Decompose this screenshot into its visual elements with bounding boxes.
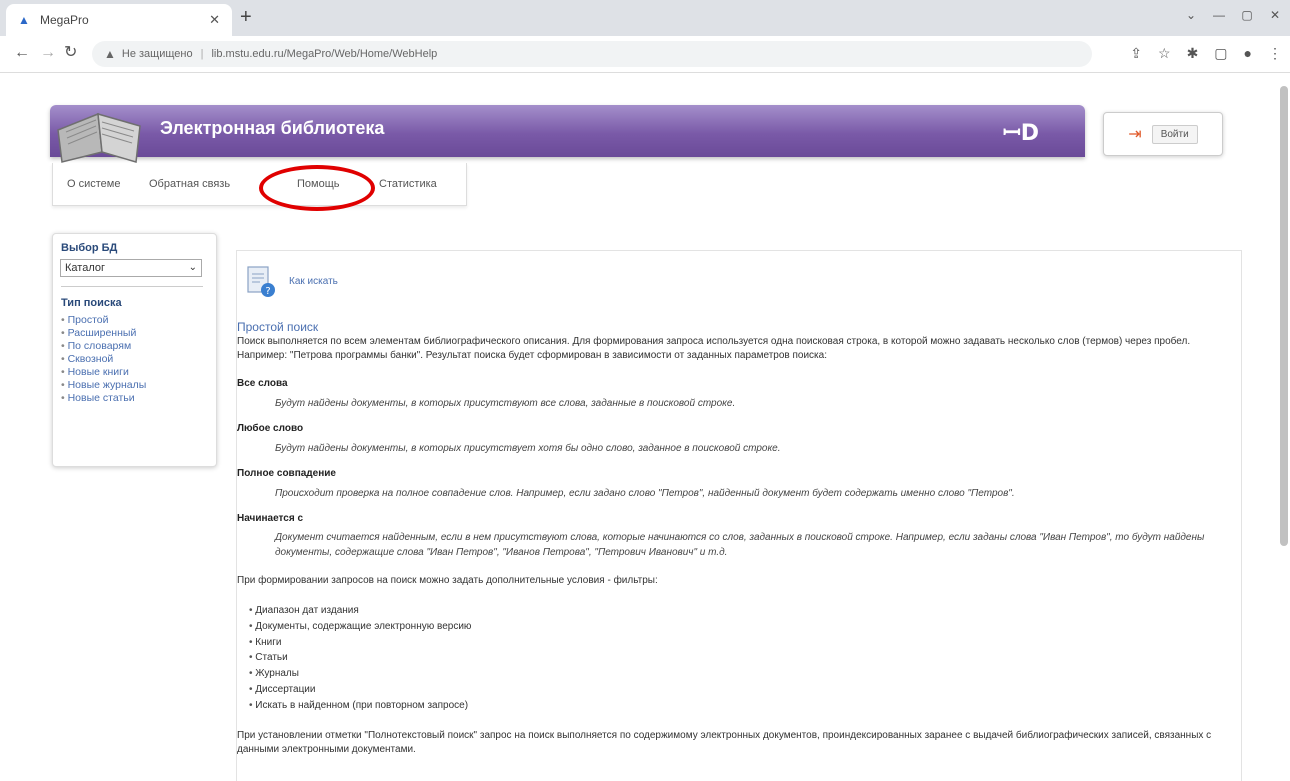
back-icon[interactable]: ←: [14, 45, 30, 61]
open-book-icon: [57, 112, 141, 163]
warning-icon: ▲: [104, 47, 116, 61]
share-icon[interactable]: ⇪: [1130, 45, 1142, 62]
list-item: Журналы: [249, 666, 471, 682]
brand-logo-icon: ꟷD: [1002, 121, 1039, 146]
term-title: Начинается с: [237, 513, 304, 524]
login-panel: ⇥ Войти: [1103, 112, 1223, 156]
sidebar-item-new-articles[interactable]: Новые статьи: [61, 392, 146, 405]
db-select[interactable]: Каталог ⌄: [60, 259, 202, 277]
nav-feedback[interactable]: Обратная связь: [149, 178, 230, 190]
term-description: Будут найдены документы, в которых прису…: [275, 398, 736, 409]
maximize-icon[interactable]: ▢: [1240, 8, 1254, 22]
list-item: Документы, содержащие электронную версию: [249, 619, 471, 635]
url-separator: |: [200, 48, 204, 60]
term-title: Полное совпадение: [237, 468, 336, 479]
intro-paragraph: Поиск выполняется по всем элементам библ…: [237, 336, 1191, 361]
page-scrollbar[interactable]: [1280, 86, 1288, 546]
nav-statistics[interactable]: Статистика: [379, 178, 437, 190]
menu-icon[interactable]: ⋮: [1268, 45, 1282, 62]
svg-text:?: ?: [265, 286, 270, 297]
sidebar-item-new-journals[interactable]: Новые журналы: [61, 379, 147, 392]
term-title: Все слова: [237, 378, 288, 389]
login-door-icon[interactable]: ⇥: [1128, 124, 1141, 144]
url-field[interactable]: ▲ Не защищено | lib.mstu.edu.ru/MegaPro/…: [92, 41, 1092, 67]
search-type-heading: Тип поиска: [61, 297, 122, 309]
list-item: Диапазон дат издания: [249, 603, 471, 619]
db-select-value: Каталог: [65, 262, 105, 274]
close-tab-icon[interactable]: ✕: [209, 12, 220, 28]
how-to-search-link[interactable]: Как искать: [289, 276, 338, 287]
site-favicon-icon: ▲: [18, 13, 30, 27]
address-bar: ← → ↻ ▲ Не защищено | lib.mstu.edu.ru/Me…: [0, 36, 1290, 73]
sidebar-divider: [61, 286, 203, 287]
search-type-list: Простой Расширенный По словарям Сквозной…: [61, 314, 147, 405]
extensions-icon[interactable]: ✱: [1187, 45, 1199, 62]
list-item: Статьи: [249, 650, 471, 666]
new-tab-icon[interactable]: +: [240, 7, 252, 27]
filters-intro: При формировании запросов на поиск можно…: [237, 575, 658, 586]
chevron-down-icon: ⌄: [188, 262, 197, 273]
section-title: Простой поиск: [237, 320, 319, 334]
help-highlight-annotation: [259, 165, 375, 211]
list-item: Искать в найденном (при повторном запрос…: [249, 698, 471, 714]
term-title: Любое слово: [237, 423, 304, 434]
login-button[interactable]: Войти: [1151, 124, 1198, 144]
db-selection-heading: Выбор БД: [61, 242, 118, 254]
sidebar-item-dictionaries[interactable]: По словарям: [61, 340, 146, 353]
sidebar-item-advanced[interactable]: Расширенный: [61, 327, 146, 340]
tab-title: MegaPro: [40, 13, 89, 27]
browser-tab[interactable]: ▲ MegaPro ✕: [6, 4, 232, 36]
sidepanel-icon[interactable]: ▢: [1214, 45, 1227, 62]
list-item: Книги: [249, 635, 471, 651]
sidebar-item-new-books[interactable]: Новые книги: [61, 366, 146, 379]
toolbar-icons: ⇪ ☆ ✱ ▢ ● ⋮: [1130, 45, 1282, 62]
sidebar-item-simple[interactable]: Простой: [61, 314, 146, 327]
sidebar-item-cross[interactable]: Сквозной: [61, 353, 146, 366]
minimize-icon[interactable]: —: [1212, 8, 1226, 22]
term-description: Происходит проверка на полное совпадение…: [275, 488, 1015, 499]
help-content: ? Как искать Простой поиск Поиск выполня…: [236, 250, 1242, 781]
fulltext-note: При установлении отметки "Полнотекстовый…: [237, 730, 1212, 755]
browser-tab-bar: ▲ MegaPro ✕ + ⌄ — ▢ ✕: [0, 0, 1290, 36]
bookmark-star-icon[interactable]: ☆: [1158, 45, 1171, 62]
term-description: Будут найдены документы, в которых прису…: [275, 443, 781, 454]
term-description: Документ считается найденным, если в нем…: [275, 532, 1205, 558]
url-text: lib.mstu.edu.ru/MegaPro/Web/Home/WebHelp: [211, 48, 438, 60]
filters-list: Диапазон дат издания Документы, содержащ…: [249, 603, 471, 714]
nav-about[interactable]: О системе: [67, 178, 120, 190]
sidebar: Выбор БД Каталог ⌄ Тип поиска Простой Ра…: [52, 233, 217, 467]
forward-icon[interactable]: →: [40, 45, 56, 61]
list-item: Диссертации: [249, 682, 471, 698]
profile-icon[interactable]: ●: [1244, 45, 1252, 62]
close-window-icon[interactable]: ✕: [1268, 8, 1282, 22]
chevron-down-icon[interactable]: ⌄: [1184, 8, 1198, 22]
window-controls: ⌄ — ▢ ✕: [1184, 8, 1282, 22]
library-banner: Электронная библиотека ꟷD: [50, 105, 1085, 157]
help-document-icon: ?: [247, 266, 275, 297]
security-warning: Не защищено: [121, 48, 193, 60]
reload-icon[interactable]: ↻: [64, 45, 77, 61]
page-title: Электронная библиотека: [160, 118, 385, 138]
